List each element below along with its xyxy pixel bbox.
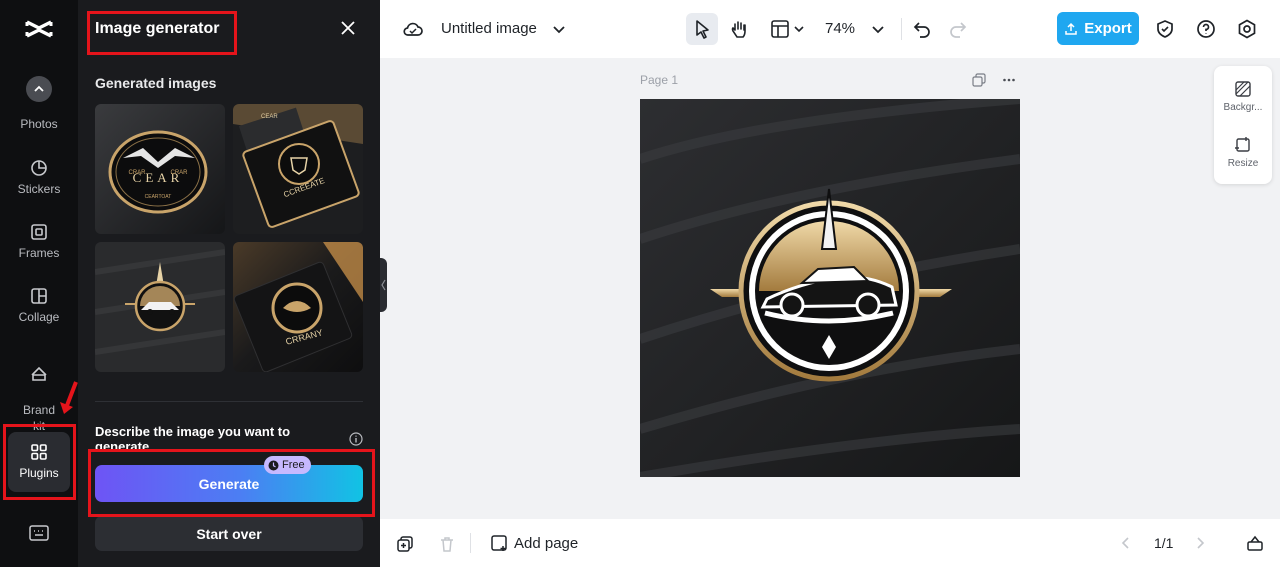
close-icon[interactable]	[338, 18, 358, 38]
bottom-divider	[470, 533, 471, 553]
generated-image-thumb-1[interactable]: CEAR CRAR CRAR CEARTOAT	[95, 104, 225, 234]
rail-item-photos[interactable]: Photos	[0, 117, 78, 131]
highlight-box-generate	[88, 449, 375, 517]
more-options-icon[interactable]	[1002, 73, 1016, 87]
side-tools-panel: Backgr... Resize	[1214, 66, 1272, 184]
undo-icon[interactable]	[911, 18, 933, 40]
generated-image-thumb-2[interactable]: CCREEATE CEAR	[233, 104, 363, 234]
document-title[interactable]: Untitled image	[441, 20, 537, 37]
top-toolbar: Untitled image 74% Export	[380, 0, 1280, 58]
info-icon[interactable]	[349, 432, 363, 446]
resize-tool-label: Resize	[1227, 158, 1259, 169]
start-over-label: Start over	[196, 525, 262, 542]
background-icon	[1235, 81, 1251, 97]
collage-icon	[31, 288, 47, 304]
background-tool[interactable]: Backgr...	[1214, 80, 1272, 113]
chevron-left-icon	[381, 279, 386, 291]
cloud-sync-icon[interactable]	[402, 18, 424, 40]
rail-item-label: Photos	[20, 117, 58, 131]
panel-divider	[95, 401, 363, 402]
page-counter: 1/1	[1154, 535, 1174, 551]
page-label: Page 1	[640, 73, 679, 87]
frame-icon	[31, 224, 47, 240]
panel-collapse-handle[interactable]	[380, 258, 387, 312]
export-button-label: Export	[1084, 20, 1132, 37]
prev-page-icon[interactable]	[1118, 535, 1134, 551]
select-tool-button[interactable]	[686, 13, 718, 45]
next-page-icon[interactable]	[1192, 535, 1208, 551]
bottom-toolbar: Add page 1/1	[380, 519, 1280, 567]
rail-item-stickers[interactable]: Stickers	[0, 158, 78, 196]
canvas-artwork[interactable]	[638, 94, 1021, 482]
duplicate-page-icon[interactable]	[972, 73, 986, 87]
zoom-chevron-down-icon[interactable]	[867, 18, 889, 40]
pages-panel-icon[interactable]	[1246, 534, 1264, 552]
generated-image-thumb-4[interactable]: CRRANY	[233, 242, 363, 372]
help-icon[interactable]	[1195, 18, 1217, 40]
generated-image-thumb-3[interactable]	[95, 242, 225, 372]
upload-icon	[1065, 22, 1077, 35]
rail-scroll-up-button[interactable]	[26, 76, 52, 102]
add-page-copy-icon[interactable]	[396, 535, 414, 553]
layout-chevron-down-icon[interactable]	[788, 18, 810, 40]
rail-item-frames[interactable]: Frames	[0, 222, 78, 260]
settings-gear-icon[interactable]	[1236, 18, 1258, 40]
describe-image-label: Describe the image you want to generate	[95, 424, 291, 450]
rail-item-label: Stickers	[17, 182, 61, 196]
highlight-box-title	[87, 11, 237, 55]
shield-icon[interactable]	[1154, 18, 1176, 40]
export-button[interactable]: Export	[1057, 12, 1139, 45]
rail-item-collage[interactable]: Collage	[0, 286, 78, 324]
brand-kit-icon	[31, 366, 47, 381]
rail-item-label: Collage	[18, 310, 60, 324]
resize-icon	[1235, 137, 1250, 152]
keyboard-icon[interactable]	[29, 525, 49, 541]
add-page-label: Add page	[514, 534, 579, 552]
sticker-icon	[31, 160, 47, 176]
hand-pan-icon[interactable]	[728, 18, 750, 40]
redo-icon[interactable]	[947, 18, 969, 40]
cursor-icon	[696, 20, 709, 39]
rail-item-label: Frames	[18, 246, 60, 260]
resize-tool[interactable]: Resize	[1214, 136, 1272, 169]
chevron-down-icon[interactable]	[548, 18, 570, 40]
add-page-icon	[491, 535, 507, 551]
svg-text:CEAR: CEAR	[261, 114, 278, 120]
background-tool-label: Backgr...	[1223, 102, 1263, 113]
highlight-box-plugins	[3, 424, 76, 500]
add-page-button[interactable]: Add page	[490, 534, 578, 552]
svg-text:CRAR: CRAR	[170, 170, 188, 176]
trash-icon[interactable]	[438, 535, 456, 553]
generated-images-label: Generated images	[95, 75, 217, 91]
svg-text:CRAR: CRAR	[128, 170, 146, 176]
start-over-button[interactable]: Start over	[95, 516, 363, 551]
svg-text:CEARTOAT: CEARTOAT	[145, 194, 172, 200]
zoom-level[interactable]: 74%	[825, 20, 855, 37]
toolbar-divider	[901, 18, 902, 40]
chevron-up-icon	[34, 85, 44, 92]
capcut-logo[interactable]	[24, 16, 54, 42]
